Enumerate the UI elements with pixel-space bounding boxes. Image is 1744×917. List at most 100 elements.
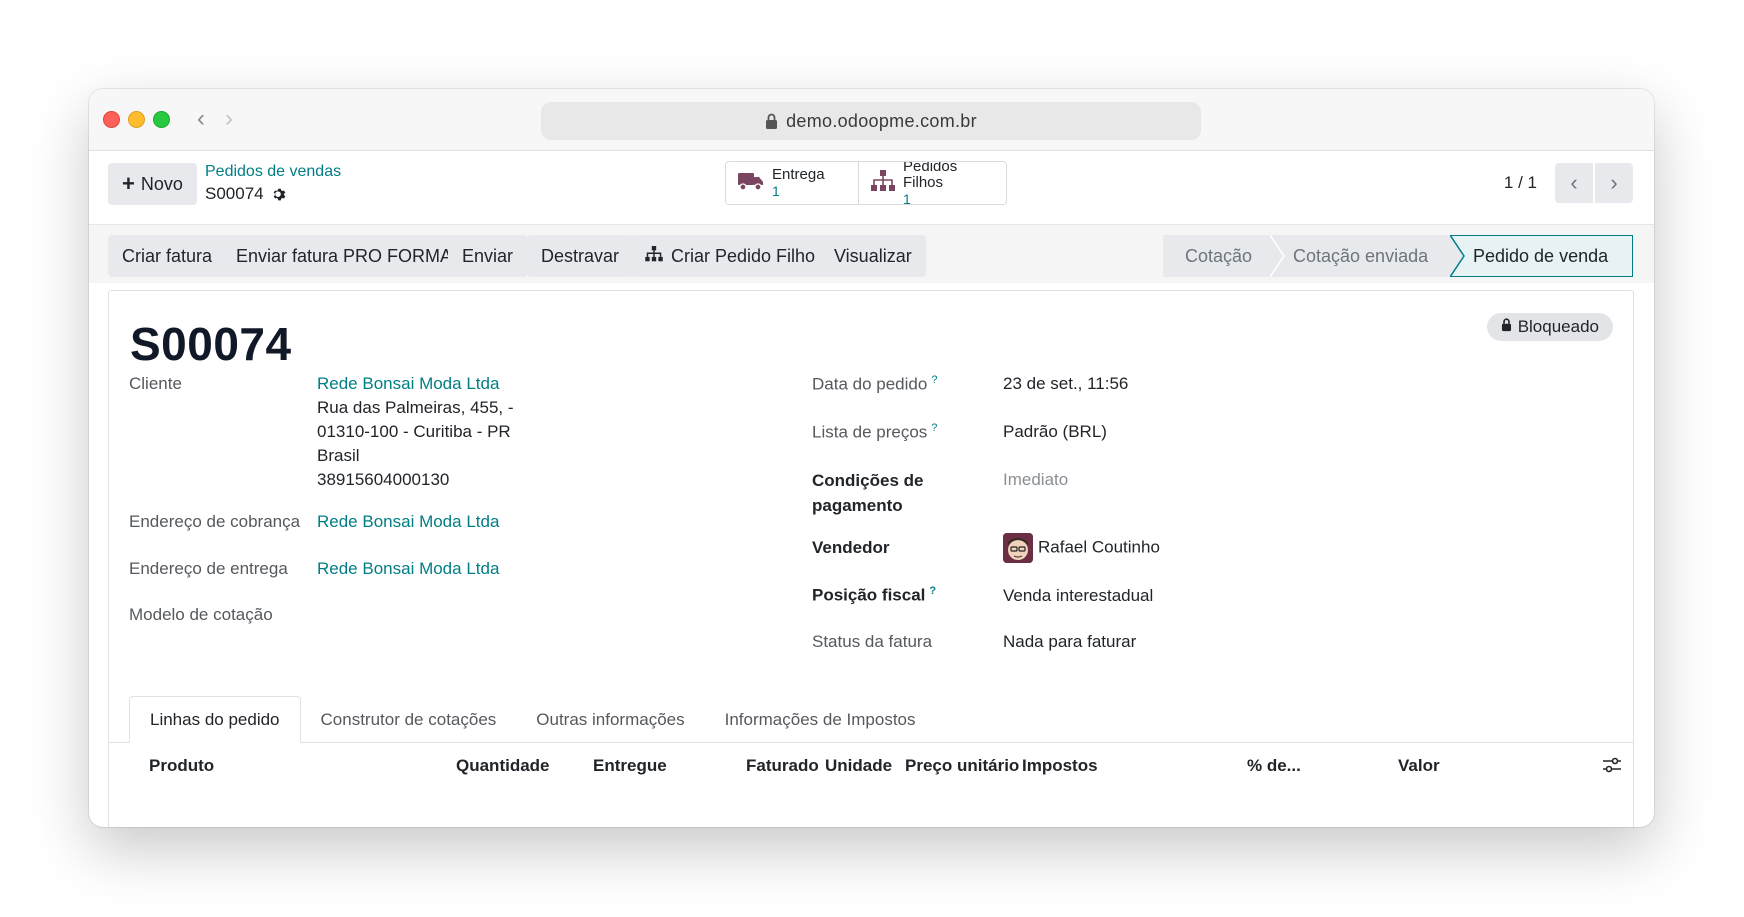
- salesperson-name: Rafael Coutinho: [1038, 537, 1160, 557]
- child-orders-count: 1: [903, 191, 911, 205]
- unlock-button[interactable]: Destravar: [527, 235, 634, 277]
- pricelist-label-text: Lista de preços: [812, 422, 928, 442]
- child-orders-smart-button[interactable]: Pedidos Filhos 1: [858, 162, 1006, 204]
- new-button[interactable]: + Novo: [108, 163, 197, 205]
- stage-separator-icon: [1270, 235, 1285, 277]
- pricelist-value[interactable]: Padrão (BRL): [1003, 418, 1107, 445]
- create-child-order-button[interactable]: Criar Pedido Filho: [631, 235, 830, 277]
- salesperson-value[interactable]: Rafael Coutinho: [1003, 533, 1160, 563]
- control-panel: + Novo Pedidos de vendas S00074 Entrega …: [89, 151, 1654, 225]
- chevron-right-icon: ›: [1610, 170, 1618, 195]
- lock-icon: [1501, 317, 1512, 337]
- column-taxes[interactable]: Impostos: [1022, 756, 1098, 776]
- column-unit-price[interactable]: Preço unitário: [905, 756, 1019, 776]
- maximize-window-button[interactable]: [153, 111, 170, 128]
- delivery-address-link[interactable]: Rede Bonsai Moda Ltda: [317, 555, 499, 582]
- order-lines-header: Produto Quantidade Entregue Faturado Uni…: [109, 743, 1633, 787]
- browser-window: ‹ › demo.odoopme.com.br + Novo Pedidos d…: [89, 89, 1654, 827]
- breadcrumb-parent-link[interactable]: Pedidos de vendas: [205, 163, 341, 181]
- create-invoice-button[interactable]: Criar fatura: [108, 235, 227, 277]
- breadcrumb: Pedidos de vendas S00074: [205, 163, 341, 204]
- payment-terms-value[interactable]: Imediato: [1003, 466, 1068, 493]
- delivery-address-label: Endereço de entrega: [129, 559, 288, 578]
- delivery-smart-button[interactable]: Entrega 1: [726, 162, 858, 204]
- delivery-count: 1: [772, 183, 780, 199]
- send-proforma-button[interactable]: Enviar fatura PRO FORMA: [222, 235, 467, 277]
- status-badge-label: Bloqueado: [1517, 317, 1599, 336]
- pager-next-button[interactable]: ›: [1595, 163, 1633, 203]
- lock-icon: [765, 113, 778, 130]
- close-window-button[interactable]: [103, 111, 120, 128]
- truck-icon: [738, 171, 764, 196]
- invoice-address-link[interactable]: Rede Bonsai Moda Ltda: [317, 508, 499, 535]
- child-orders-smart-text: Pedidos Filhos 1: [903, 162, 992, 205]
- chevron-left-icon: ‹: [1570, 170, 1578, 195]
- payment-terms-label-line2: pagamento: [812, 496, 903, 515]
- breadcrumb-current: S00074: [205, 184, 341, 204]
- fiscal-position-value[interactable]: Venda interestadual: [1003, 582, 1153, 609]
- plus-icon: +: [122, 171, 135, 196]
- column-settings-icon[interactable]: [1603, 757, 1621, 773]
- column-quantity[interactable]: Quantidade: [456, 756, 550, 776]
- status-bar: Criar fatura Enviar fatura PRO FORMA Env…: [89, 225, 1654, 283]
- delivery-smart-text: Entrega 1: [772, 166, 825, 200]
- tab-order-lines[interactable]: Linhas do pedido: [129, 696, 301, 743]
- notebook-tabs: Linhas do pedido Construtor de cotações …: [129, 696, 936, 743]
- customer-vat: 38915604000130: [317, 470, 450, 489]
- customer-label: Cliente: [129, 374, 182, 393]
- column-unit[interactable]: Unidade: [825, 756, 892, 776]
- column-amount[interactable]: Valor: [1398, 756, 1440, 776]
- browser-forward-icon[interactable]: ›: [225, 106, 233, 132]
- url-text: demo.odoopme.com.br: [786, 110, 977, 131]
- preview-button[interactable]: Visualizar: [820, 235, 926, 277]
- order-date-value[interactable]: 23 de set., 11:56: [1003, 370, 1128, 397]
- tab-quote-builder[interactable]: Construtor de cotações: [301, 696, 517, 743]
- order-date-label: Data do pedido?: [812, 374, 937, 395]
- customer-address-line3: Brasil: [317, 446, 360, 465]
- pager: 1 / 1 ‹ ›: [1504, 163, 1633, 203]
- minimize-window-button[interactable]: [128, 111, 145, 128]
- form-sheet: Bloqueado S00074 Cliente Rede Bonsai Mod…: [108, 290, 1634, 827]
- stage-sales-order-label: Pedido de venda: [1473, 245, 1609, 266]
- pager-previous-button[interactable]: ‹: [1555, 163, 1593, 203]
- column-invoiced[interactable]: Faturado: [746, 756, 819, 776]
- fiscal-position-label-text: Posição fiscal: [812, 585, 926, 605]
- invoice-address-label: Endereço de cobrança: [129, 512, 301, 531]
- stage-separator-icon: [1450, 235, 1465, 277]
- column-discount[interactable]: % de...: [1247, 756, 1301, 776]
- gear-icon[interactable]: [272, 187, 287, 202]
- tab-tax-info[interactable]: Informações de Impostos: [705, 696, 936, 743]
- sitemap-icon: [871, 169, 895, 197]
- payment-terms-label-line1: Condições de: [812, 471, 924, 490]
- stage-sales-order[interactable]: Pedido de venda: [1451, 235, 1633, 277]
- sitemap-icon: [645, 245, 663, 267]
- customer-address-line2: 01310-100 - Curitiba - PR: [317, 422, 511, 441]
- tab-other-info[interactable]: Outras informações: [516, 696, 704, 743]
- quotation-template-label: Modelo de cotação: [129, 605, 273, 624]
- send-button[interactable]: Enviar: [448, 235, 528, 277]
- pager-value[interactable]: 1 / 1: [1504, 173, 1537, 193]
- browser-back-icon[interactable]: ‹: [197, 106, 205, 132]
- help-icon[interactable]: ?: [931, 422, 937, 434]
- new-button-label: Novo: [140, 173, 183, 194]
- customer-link[interactable]: Rede Bonsai Moda Ltda: [317, 370, 499, 397]
- stage-quotation-sent-label: Cotação enviada: [1293, 245, 1429, 266]
- column-product[interactable]: Produto: [149, 756, 214, 776]
- record-title: S00074: [130, 318, 292, 370]
- breadcrumb-current-label: S00074: [205, 184, 264, 203]
- payment-terms-label: Condições de pagamento: [812, 468, 923, 518]
- stage-quotation[interactable]: Cotação: [1163, 235, 1285, 277]
- column-delivered[interactable]: Entregue: [593, 756, 667, 776]
- address-bar[interactable]: demo.odoopme.com.br: [541, 102, 1201, 140]
- help-icon[interactable]: ?: [929, 585, 936, 597]
- invoice-status-label: Status da fatura: [812, 632, 933, 651]
- smart-buttons: Entrega 1 Pedidos Filhos 1: [725, 161, 1007, 205]
- delivery-label: Entrega: [772, 166, 825, 183]
- pricelist-label: Lista de preços?: [812, 422, 937, 443]
- salesperson-label: Vendedor: [812, 538, 890, 557]
- stage-quotation-sent[interactable]: Cotação enviada: [1271, 235, 1465, 277]
- avatar: [1003, 533, 1033, 563]
- browser-toolbar: ‹ › demo.odoopme.com.br: [89, 89, 1654, 151]
- help-icon[interactable]: ?: [931, 374, 937, 386]
- status-badge: Bloqueado: [1486, 313, 1613, 341]
